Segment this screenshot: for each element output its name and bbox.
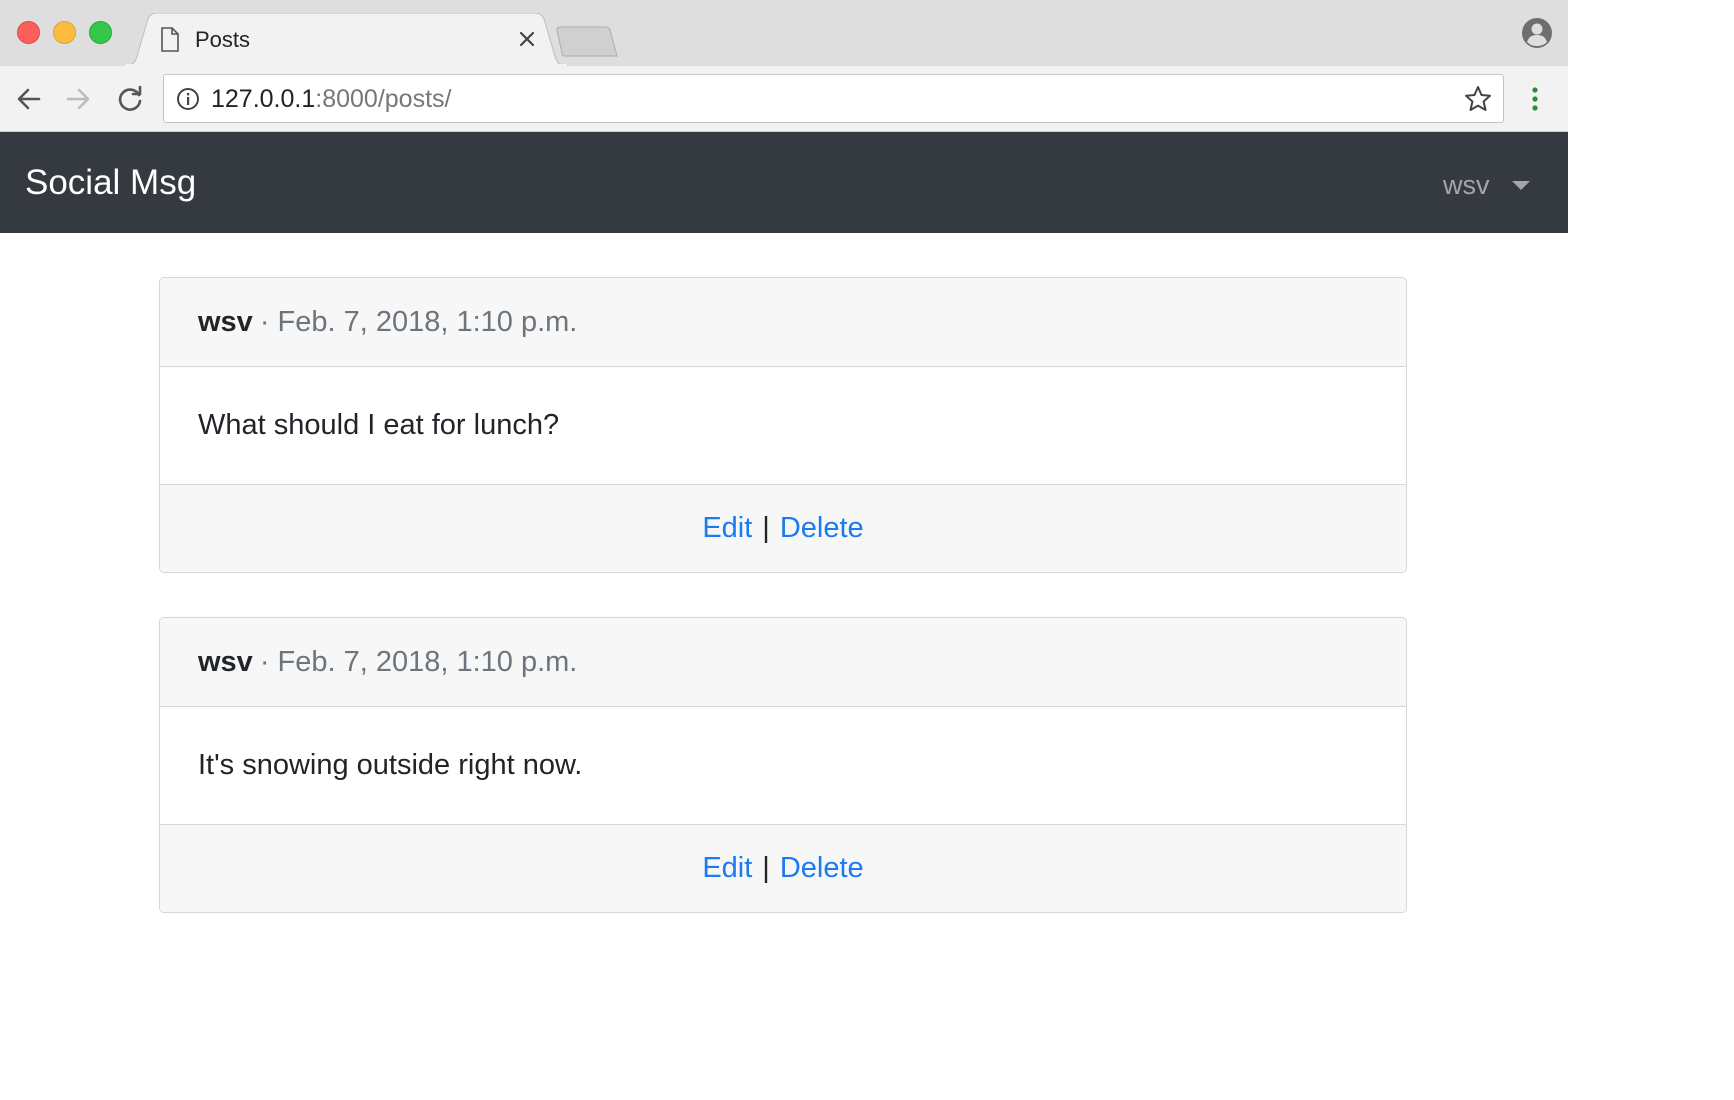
info-icon[interactable] bbox=[176, 87, 200, 111]
delete-link[interactable]: Delete bbox=[780, 852, 864, 885]
close-icon[interactable] bbox=[516, 28, 538, 50]
post-date: Feb. 7, 2018, 1:10 p.m. bbox=[277, 646, 578, 678]
action-divider: | bbox=[762, 512, 770, 544]
post-author: wsv bbox=[198, 306, 253, 338]
new-tab-button[interactable] bbox=[555, 26, 619, 58]
post-author: wsv bbox=[198, 646, 253, 678]
user-name: wsv bbox=[1443, 169, 1490, 200]
post-date: Feb. 7, 2018, 1:10 p.m. bbox=[277, 306, 578, 338]
header-separator: · bbox=[259, 646, 270, 678]
tab-title: Posts bbox=[195, 27, 251, 52]
post-card: wsv · Feb. 7, 2018, 1:10 p.m. It's snowing… bbox=[159, 617, 1407, 913]
post-header: wsv · Feb. 7, 2018, 1:10 p.m. bbox=[160, 618, 1406, 707]
caret-down-icon bbox=[1511, 180, 1530, 190]
profile-icon[interactable] bbox=[1521, 17, 1553, 49]
address-bar[interactable]: 127.0.0.1:8000/posts/ bbox=[163, 74, 1504, 123]
edit-link[interactable]: Edit bbox=[702, 512, 752, 545]
post-body: What should I eat for lunch? bbox=[160, 367, 1406, 485]
browser-toolbar: 127.0.0.1:8000/posts/ bbox=[0, 66, 1568, 132]
window-minimize-button[interactable] bbox=[53, 21, 76, 44]
site-navbar: Social Msg wsv bbox=[0, 132, 1568, 233]
post-card: wsv · Feb. 7, 2018, 1:10 p.m. What should … bbox=[159, 277, 1407, 573]
delete-link[interactable]: Delete bbox=[780, 512, 864, 545]
post-text: What should I eat for lunch? bbox=[198, 409, 560, 441]
tab-shape bbox=[124, 13, 568, 66]
action-divider: | bbox=[762, 852, 770, 884]
url-host: 127.0.0.1 bbox=[211, 85, 316, 113]
forward-arrow-icon[interactable] bbox=[63, 84, 93, 114]
browser-tab-posts[interactable]: Posts bbox=[124, 13, 568, 66]
bookmark-star-icon[interactable] bbox=[1463, 84, 1493, 114]
post-actions: Edit | Delete bbox=[160, 825, 1406, 912]
browser-menu-icon[interactable] bbox=[1524, 84, 1546, 114]
url-path: :8000/posts/ bbox=[315, 85, 452, 113]
url-text[interactable]: 127.0.0.1:8000/posts/ bbox=[211, 85, 451, 114]
browser-tab-bar: Posts bbox=[0, 0, 1568, 66]
post-text: It's snowing outside right now. bbox=[198, 749, 583, 781]
window-close-button[interactable] bbox=[17, 21, 40, 44]
window-zoom-button[interactable] bbox=[89, 21, 112, 44]
post-actions: Edit | Delete bbox=[160, 485, 1406, 572]
back-arrow-icon[interactable] bbox=[14, 84, 44, 114]
reload-icon[interactable] bbox=[115, 84, 145, 114]
post-body: It's snowing outside right now. bbox=[160, 707, 1406, 825]
post-header: wsv · Feb. 7, 2018, 1:10 p.m. bbox=[160, 278, 1406, 367]
user-dropdown-toggle[interactable]: wsv bbox=[1443, 169, 1530, 201]
edit-link[interactable]: Edit bbox=[702, 852, 752, 885]
brand-link[interactable]: Social Msg bbox=[25, 163, 196, 203]
page-icon bbox=[161, 27, 179, 52]
header-separator: · bbox=[259, 306, 270, 338]
